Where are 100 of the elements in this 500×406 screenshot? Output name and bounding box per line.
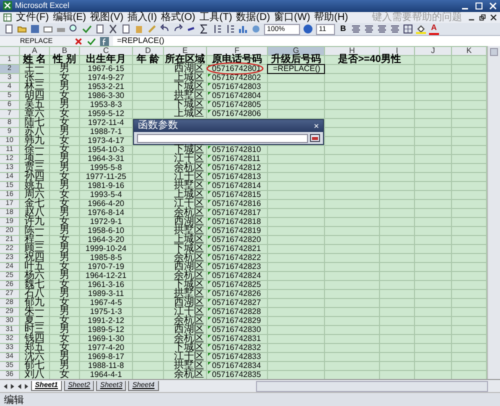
table-cell xyxy=(325,146,379,154)
table-cell xyxy=(415,371,451,380)
align-icon[interactable] xyxy=(376,24,387,34)
table-cell: 1995-5-8 xyxy=(80,164,132,172)
table-cell: 男 xyxy=(50,182,79,190)
enter-icon[interactable] xyxy=(87,36,96,46)
menu-item[interactable]: 插入(I) xyxy=(127,12,157,23)
table-cell xyxy=(452,227,486,236)
table-cell xyxy=(268,236,324,244)
table-cell: 05716742816 xyxy=(207,200,267,208)
column-header[interactable]: J xyxy=(415,47,451,56)
align-icon[interactable] xyxy=(390,24,400,34)
table-cell: 1953-2-21 xyxy=(80,83,132,92)
menu-item[interactable]: 窗口(W) xyxy=(274,12,310,23)
table-cell: 赵八 xyxy=(20,209,49,218)
table-cell xyxy=(380,263,414,272)
table-cell: 女 xyxy=(50,344,79,352)
table-cell xyxy=(325,92,379,100)
dialog-title: 函数参数 xyxy=(138,120,178,132)
table-cell: 05716742810 xyxy=(207,146,267,154)
menu-item[interactable]: 工具(T) xyxy=(199,12,232,23)
column-title: 出生年月 xyxy=(80,56,132,64)
menu-item[interactable]: 数据(D) xyxy=(236,12,270,23)
table-cell xyxy=(415,74,451,82)
input-field[interactable] xyxy=(137,134,308,143)
borders-icon[interactable] xyxy=(402,24,413,34)
document-icon[interactable] xyxy=(4,24,14,34)
table-cell: 下城区 xyxy=(164,344,206,352)
table-cell xyxy=(268,92,324,100)
column-title: 升级后号码 xyxy=(268,56,324,64)
align-icon[interactable] xyxy=(364,24,374,34)
formula-field[interactable]: =REPLACE() xyxy=(113,36,500,46)
column-header[interactable]: K xyxy=(452,47,486,56)
chart-icon[interactable] xyxy=(238,24,248,34)
close-icon[interactable] xyxy=(490,14,497,21)
table-cell: 1964-4-1 xyxy=(80,371,132,380)
menu-item[interactable]: 编辑(E) xyxy=(52,12,86,23)
redo-icon[interactable] xyxy=(173,24,183,34)
table-cell xyxy=(380,74,414,82)
table-cell: 女 xyxy=(50,74,79,82)
table-cell xyxy=(133,65,163,74)
table-cell xyxy=(452,182,486,190)
menu-item[interactable]: 帮助(H) xyxy=(314,12,348,23)
table-cell: 05716742805 xyxy=(207,101,267,110)
table-cell: 1958-6-10 xyxy=(80,227,132,236)
table-cell: 钱四 xyxy=(20,335,49,344)
table-cell xyxy=(415,83,451,92)
table-cell xyxy=(325,65,379,74)
table-cell: 女 xyxy=(50,236,79,244)
column-title: 姓 名 xyxy=(20,56,49,64)
table-cell xyxy=(415,119,451,128)
table-cell: 拱墅区 xyxy=(164,290,206,298)
horizontal-scrollbar[interactable] xyxy=(256,380,488,392)
table-cell xyxy=(325,218,379,226)
menu-item[interactable]: 格式(O) xyxy=(160,12,196,23)
table-cell xyxy=(452,245,486,254)
table-cell: 1970-7-19 xyxy=(80,263,132,272)
table-cell: 江干区 xyxy=(164,173,206,182)
table-cell: 1988-11-8 xyxy=(80,362,132,370)
collapse-dialog-icon[interactable] xyxy=(310,134,320,142)
status-text: 编辑 xyxy=(4,394,24,406)
table-cell xyxy=(415,191,451,200)
menu-item[interactable]: 视图(V) xyxy=(90,12,124,23)
table-cell xyxy=(380,83,414,92)
fill-color-icon[interactable] xyxy=(416,24,426,34)
table-cell xyxy=(415,173,451,182)
maximize-icon[interactable] xyxy=(475,2,483,10)
menu-item[interactable]: 文件(F) xyxy=(16,12,49,23)
table-cell xyxy=(133,110,163,118)
vertical-scrollbar[interactable] xyxy=(487,46,500,380)
table-cell: 男 xyxy=(50,353,79,362)
sigma-icon[interactable] xyxy=(199,24,209,34)
table-cell: 项二 xyxy=(20,155,49,164)
align-icon[interactable] xyxy=(350,24,361,34)
cancel-icon[interactable] xyxy=(74,36,83,46)
undo-icon[interactable] xyxy=(160,24,170,34)
table-cell xyxy=(452,317,486,326)
bold-button[interactable]: B xyxy=(338,24,348,34)
table-cell: 杨六 xyxy=(20,272,49,280)
table-cell: 拱墅区 xyxy=(164,362,206,370)
column-title: 是否>=40男性 xyxy=(325,56,414,64)
table-cell xyxy=(415,164,451,172)
table-cell xyxy=(452,371,486,380)
column-title: 年 龄 xyxy=(133,56,163,64)
close-button[interactable]: × xyxy=(314,121,319,132)
insert-function-icon[interactable] xyxy=(100,36,109,46)
checkmark-icon[interactable] xyxy=(82,24,92,34)
table-cell: 余杭区 xyxy=(164,164,206,172)
table-cell xyxy=(133,263,163,272)
restore-icon[interactable] xyxy=(479,14,486,21)
scroll-thumb[interactable] xyxy=(490,48,498,56)
table-cell xyxy=(325,326,379,334)
table-cell xyxy=(133,218,163,226)
table-cell xyxy=(380,155,414,164)
table-cell xyxy=(380,362,414,370)
table-cell xyxy=(452,326,486,334)
workbook-icon[interactable] xyxy=(3,12,12,22)
table-cell xyxy=(380,110,414,118)
table-cell: 1988-7-1 xyxy=(80,128,132,136)
table-cell xyxy=(133,101,163,110)
